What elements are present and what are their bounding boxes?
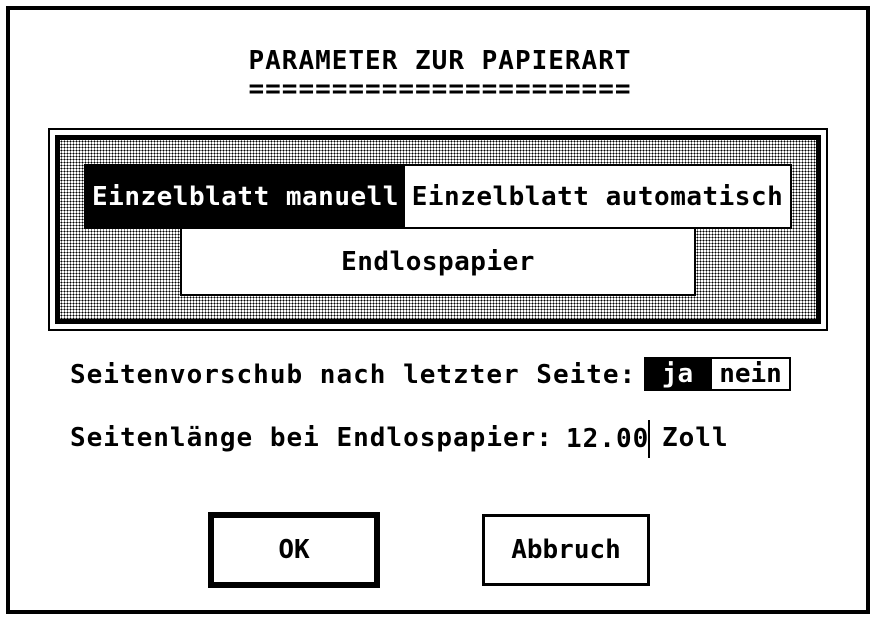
ok-button[interactable]: OK: [208, 512, 380, 588]
form-feed-label: Seitenvorschub nach letzter Seite:: [70, 360, 637, 390]
page-length-unit: Zoll: [662, 423, 729, 453]
form-feed-no-toggle[interactable]: nein: [710, 357, 791, 391]
page-length-label: Seitenlänge bei Endlospapier:: [70, 423, 553, 453]
paper-type-dialog: PARAMETER ZUR PAPIERART ================…: [0, 0, 876, 620]
dialog-title: PARAMETER ZUR PAPIERART: [248, 46, 632, 76]
option-einzelblatt-manuell[interactable]: Einzelblatt manuell: [84, 164, 407, 229]
option-endlospapier[interactable]: Endlospapier: [180, 229, 696, 296]
form-feed-yes-toggle[interactable]: ja: [644, 357, 711, 391]
dialog-title-underline: =======================: [248, 74, 632, 104]
option-einzelblatt-automatisch[interactable]: Einzelblatt automatisch: [405, 164, 792, 229]
cancel-button[interactable]: Abbruch: [482, 514, 650, 586]
page-length-input[interactable]: 12.00: [566, 420, 650, 458]
